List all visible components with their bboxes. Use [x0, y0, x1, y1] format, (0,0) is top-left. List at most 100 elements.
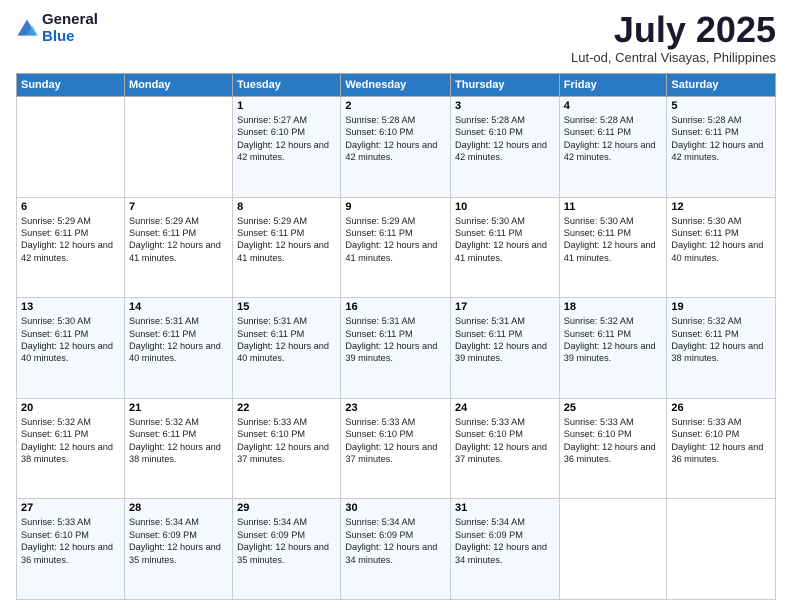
cell-day-number: 6 — [21, 201, 120, 213]
cell-day-number: 23 — [345, 402, 446, 414]
cell-info: Sunrise: 5:33 AMSunset: 6:10 PMDaylight:… — [21, 516, 120, 566]
cell-day-number: 21 — [129, 402, 228, 414]
cell-daylight: Daylight: 12 hours and 42 minutes. — [237, 140, 329, 162]
calendar-cell: 25Sunrise: 5:33 AMSunset: 6:10 PMDayligh… — [559, 398, 667, 499]
col-monday: Monday — [124, 74, 232, 97]
calendar-cell: 1Sunrise: 5:27 AMSunset: 6:10 PMDaylight… — [233, 97, 341, 198]
cell-sunrise: Sunrise: 5:30 AM — [671, 216, 741, 226]
cell-sunrise: Sunrise: 5:29 AM — [237, 216, 307, 226]
cell-day-number: 20 — [21, 402, 120, 414]
calendar-cell: 24 Sunrise: 5:33 AMSunset: 6:10 PMDayligh… — [451, 398, 560, 499]
calendar-cell — [559, 499, 667, 600]
calendar-cell: 18Sunrise: 5:32 AMSunset: 6:11 PMDayligh… — [559, 298, 667, 399]
cell-info: Sunrise: 5:28 AM Sunset: 6:11 PM Daylight:… — [671, 114, 771, 164]
cell-sunset: Sunset: 6:11 PM — [129, 228, 196, 238]
calendar-cell: 22Sunrise: 5:33 AMSunset: 6:10 PMDayligh… — [233, 398, 341, 499]
cell-daylight: Daylight: 12 hours and 42 minutes. — [455, 140, 547, 162]
cell-sunset: Sunset: 6:10 PM — [455, 429, 523, 439]
calendar-cell: 13Sunrise: 5:30 AMSunset: 6:11 PMDayligh… — [17, 298, 125, 399]
cell-day-number: 31 — [455, 502, 555, 514]
cell-info: Sunrise: 5:33 AMSunset: 6:10 PMDaylight:… — [345, 416, 446, 466]
cell-day-number: 19 — [671, 301, 771, 313]
cell-info: Sunrise: 5:33 AMSunset: 6:10 PMDaylight:… — [455, 416, 555, 466]
cell-day-number: 30 — [345, 502, 446, 514]
title-area: July 2025 Lut-od, Central Visayas, Phili… — [571, 12, 776, 65]
cell-sunset: Sunset: 6:11 PM — [455, 228, 522, 238]
cell-info: Sunrise: 5:30 AMSunset: 6:11 PMDaylight:… — [564, 215, 663, 265]
cell-sunset: Sunset: 6:11 PM — [21, 329, 88, 339]
cell-sunrise: Sunrise: 5:29 AM — [345, 216, 415, 226]
cell-sunset: Sunset: 6:11 PM — [21, 228, 88, 238]
logo-text: General Blue — [42, 12, 98, 45]
cell-sunrise: Sunrise: 5:33 AM — [671, 417, 741, 427]
cell-sunset: Sunset: 6:09 PM — [237, 530, 305, 540]
cell-info: Sunrise: 5:33 AMSunset: 6:10 PMDaylight:… — [237, 416, 336, 466]
calendar-cell: 3Sunrise: 5:28 AMSunset: 6:10 PMDaylight… — [451, 97, 560, 198]
cell-daylight: Daylight: 12 hours and 41 minutes. — [564, 240, 656, 262]
cell-sunrise: Sunrise: 5:27 AM — [237, 115, 307, 125]
calendar-cell: 2 Sunrise: 5:28 AMSunset: 6:10 PMDaylight… — [341, 97, 451, 198]
cell-daylight: Daylight: 12 hours and 42 minutes. — [21, 240, 113, 262]
calendar-cell — [667, 499, 776, 600]
cell-info: Sunrise: 5:34 AMSunset: 6:09 PMDaylight:… — [129, 516, 228, 566]
calendar-cell: 15Sunrise: 5:31 AMSunset: 6:11 PMDayligh… — [233, 298, 341, 399]
cell-info: Sunrise: 5:30 AM Sunset: 6:11 PM Daylight:… — [21, 315, 120, 365]
calendar-cell: 16Sunrise: 5:31 AMSunset: 6:11 PMDayligh… — [341, 298, 451, 399]
col-saturday: Saturday — [667, 74, 776, 97]
cell-sunrise: Sunrise: 5:30 AM — [21, 316, 91, 326]
calendar-cell: 21Sunrise: 5:32 AMSunset: 6:11 PMDayligh… — [124, 398, 232, 499]
cell-sunset: Sunset: 6:11 PM — [564, 329, 631, 339]
calendar-cell: 11 Sunrise: 5:30 AMSunset: 6:11 PMDayligh… — [559, 197, 667, 298]
cell-daylight: Daylight: 12 hours and 36 minutes. — [564, 442, 656, 464]
calendar-cell: 4Sunrise: 5:28 AMSunset: 6:11 PMDaylight… — [559, 97, 667, 198]
cell-info: Sunrise: 5:28 AMSunset: 6:10 PMDaylight:… — [455, 114, 555, 164]
cell-sunrise: Sunrise: 5:34 AM — [129, 517, 199, 527]
cell-info: Sunrise: 5:28 AMSunset: 6:10 PMDaylight:… — [345, 114, 446, 164]
cell-sunset: Sunset: 6:10 PM — [455, 127, 523, 137]
cell-sunset: Sunset: 6:11 PM — [564, 127, 631, 137]
cell-daylight: Daylight: 12 hours and 39 minutes. — [564, 341, 656, 363]
cell-sunset: Sunset: 6:10 PM — [564, 429, 632, 439]
header-row: Sunday Monday Tuesday Wednesday Thursday… — [17, 74, 776, 97]
cell-sunset: Sunset: 6:10 PM — [671, 429, 739, 439]
cell-info: Sunrise: 5:31 AMSunset: 6:11 PMDaylight:… — [129, 315, 228, 365]
calendar-cell: 31Sunrise: 5:34 AMSunset: 6:09 PMDayligh… — [451, 499, 560, 600]
cell-day-number: 28 — [129, 502, 228, 514]
cell-sunset: Sunset: 6:10 PM — [21, 530, 89, 540]
cell-day-number: 27 — [21, 502, 120, 514]
cell-daylight: Daylight: 12 hours and 40 minutes. — [21, 341, 113, 363]
header: General Blue July 2025 Lut-od, Central V… — [16, 12, 776, 65]
cell-day-number: 29 — [237, 502, 336, 514]
cell-sunset: Sunset: 6:11 PM — [21, 429, 88, 439]
cell-sunset: Sunset: 6:11 PM — [129, 329, 196, 339]
cell-day-number: 2 — [345, 100, 446, 112]
col-thursday: Thursday — [451, 74, 560, 97]
cell-day-number: 1 — [237, 100, 336, 112]
calendar-cell: 20Sunrise: 5:32 AMSunset: 6:11 PMDayligh… — [17, 398, 125, 499]
calendar-cell: 7Sunrise: 5:29 AMSunset: 6:11 PMDaylight… — [124, 197, 232, 298]
cell-info: Sunrise: 5:33 AMSunset: 6:10 PMDaylight:… — [671, 416, 771, 466]
cell-sunrise: Sunrise: 5:28 AM — [671, 115, 741, 125]
calendar-cell: 30 Sunrise: 5:34 AMSunset: 6:09 PMDayligh… — [341, 499, 451, 600]
cell-daylight: Daylight: 12 hours and 35 minutes. — [129, 542, 221, 564]
cell-daylight: Daylight: 12 hours and 41 minutes. — [237, 240, 329, 262]
cell-day-number: 24 — [455, 402, 555, 414]
cell-daylight: Daylight: 12 hours and 42 minutes. — [671, 140, 763, 162]
cell-sunset: Sunset: 6:11 PM — [564, 228, 631, 238]
cell-sunrise: Sunrise: 5:34 AM — [455, 517, 525, 527]
cell-day-number: 8 — [237, 201, 336, 213]
cell-day-number: 7 — [129, 201, 228, 213]
cell-sunset: Sunset: 6:11 PM — [129, 429, 196, 439]
cell-sunset: Sunset: 6:11 PM — [671, 127, 738, 137]
location: Lut-od, Central Visayas, Philippines — [571, 50, 776, 65]
calendar-body: 1 Sunrise: 5:27 AM Sunset: 6:10 PM Daylight… — [17, 97, 776, 600]
cell-sunrise: Sunrise: 5:29 AM — [129, 216, 199, 226]
cell-info: Sunrise: 5:32 AMSunset: 6:11 PMDaylight:… — [564, 315, 663, 365]
cell-info: Sunrise: 5:34 AMSunset: 6:09 PMDaylight:… — [345, 516, 446, 566]
cell-day-number: 11 — [564, 201, 663, 213]
cell-info: Sunrise: 5:32 AMSunset: 6:11 PMDaylight:… — [671, 315, 771, 365]
cell-sunset: Sunset: 6:11 PM — [671, 329, 738, 339]
cell-sunrise: Sunrise: 5:32 AM — [671, 316, 741, 326]
cell-sunset: Sunset: 6:10 PM — [237, 429, 305, 439]
cell-sunset: Sunset: 6:09 PM — [455, 530, 523, 540]
